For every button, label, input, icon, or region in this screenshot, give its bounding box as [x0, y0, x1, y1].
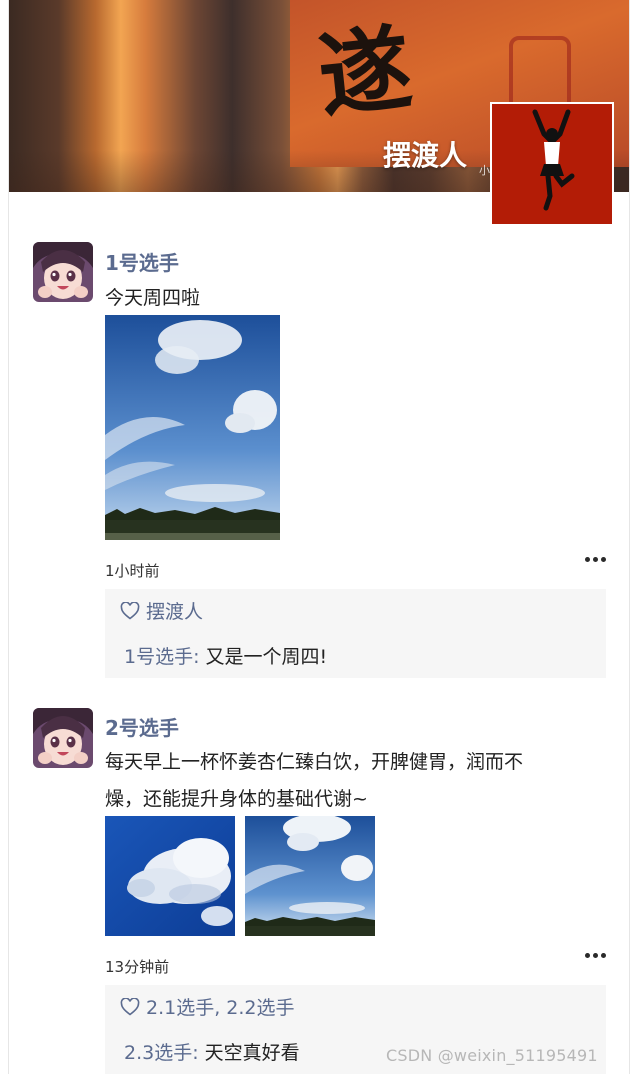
cover-calligraphy-glyph: 遂: [313, 13, 417, 131]
more-dots-icon[interactable]: [585, 951, 607, 961]
comment-author[interactable]: 1号选手:: [124, 646, 200, 668]
cover-title: 摆渡人: [383, 139, 468, 172]
user-avatar[interactable]: [33, 242, 93, 302]
likes-names[interactable]: 摆渡人: [146, 601, 203, 623]
post-text: 今天周四啦: [105, 287, 201, 309]
cover-subtitle: 小: [479, 164, 490, 177]
post-text-line: 每天早上一杯怀姜杏仁臻白饮，开脾健胃，润而不: [105, 751, 524, 773]
comment-author[interactable]: 2.3选手:: [124, 1042, 199, 1064]
dancer-figure-icon: [492, 104, 612, 224]
comment-row[interactable]: 2.3选手: 天空真好看: [124, 1038, 300, 1065]
comment-row[interactable]: 1号选手: 又是一个周四!: [124, 642, 327, 669]
anime-girl-avatar-icon: [33, 708, 93, 768]
heart-icon[interactable]: [120, 601, 140, 625]
post-username[interactable]: 1号选手: [105, 247, 179, 276]
post-time: 1小时前: [105, 562, 160, 580]
post-photo[interactable]: [105, 315, 280, 540]
sky-photo: [105, 315, 280, 540]
user-avatar[interactable]: [33, 708, 93, 768]
post-text-line: 燥，还能提升身体的基础代谢~: [105, 788, 368, 810]
sky-photo: [245, 816, 375, 936]
watermark: CSDN @weixin_51195491: [386, 1046, 598, 1065]
likes-row: 2.1选手, 2.2选手: [120, 993, 295, 1021]
likes-names[interactable]: 2.1选手, 2.2选手: [146, 997, 295, 1019]
moments-page: 遂 摆渡人 小 1号选手 今天周四啦 1小时前 摆渡人 1号选手: 又是一个周四…: [8, 0, 630, 1074]
heart-icon[interactable]: [120, 997, 140, 1021]
post-username[interactable]: 2号选手: [105, 712, 179, 741]
comment-text: 又是一个周四!: [205, 646, 328, 668]
likes-row: 摆渡人: [120, 597, 203, 625]
post-text: 每天早上一杯怀姜杏仁臻白饮，开脾健胃，润而不 燥，还能提升身体的基础代谢~: [105, 744, 585, 818]
more-dots-icon[interactable]: [585, 555, 607, 565]
anime-girl-avatar-icon: [33, 242, 93, 302]
profile-avatar[interactable]: [490, 102, 614, 226]
post-photo[interactable]: [245, 816, 375, 936]
post-time: 13分钟前: [105, 958, 170, 976]
comment-text: 天空真好看: [204, 1042, 300, 1064]
post-photo[interactable]: [105, 816, 235, 936]
interaction-panel: 摆渡人 1号选手: 又是一个周四!: [105, 589, 606, 678]
cloud-photo: [105, 816, 235, 936]
